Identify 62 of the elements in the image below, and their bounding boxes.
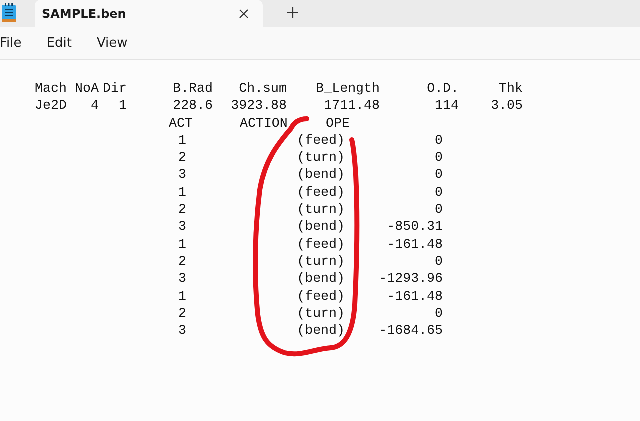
text-token: (bend) [296,322,345,340]
text-token: 0 [434,304,443,322]
text-token: ACTION [240,114,289,132]
close-icon[interactable] [239,8,249,18]
text-token: (turn) [296,149,345,166]
text-token: (bend) [296,166,345,184]
text-token: NoA [75,80,99,98]
text-token: (feed) [296,288,345,305]
text-token: -161.48 [386,236,443,253]
text-token: (feed) [296,184,345,202]
text-token: 2 [178,304,188,322]
notepad-icon [1,3,17,23]
text-token: Ch.sum [238,80,287,98]
text-token: 1711.48 [323,97,380,115]
text-token: 2 [178,149,188,166]
text-token: 0 [434,252,443,270]
text-token: 1 [178,184,188,202]
text-token: (feed) [296,132,345,150]
text-token: 3 [178,218,188,236]
text-token: 114 [434,97,459,115]
text-token: 0 [434,184,443,202]
text-token: 2 [178,201,188,218]
text-token: -161.48 [386,288,443,305]
text-token: -1293.96 [378,270,443,288]
text-token: 0 [434,149,443,166]
text-token: (turn) [296,304,345,322]
text-token: 1 [178,236,188,253]
text-token: -850.31 [386,218,443,236]
text-token: B.Rad [172,80,213,98]
text-token: Dir [102,80,127,98]
text-token: 3923.88 [230,97,287,115]
text-token: 3 [178,270,188,288]
text-token: Je2D [35,97,68,115]
text-token: 2 [178,252,188,270]
text-token: 1 [178,288,188,305]
text-token: 0 [434,201,443,218]
text-token: 1 [118,97,127,115]
text-token: (feed) [296,236,345,253]
text-token: 4 [90,97,99,115]
text-token: 0 [434,166,443,184]
text-token: (turn) [296,201,345,218]
text-token: ACT [169,114,194,132]
text-token: (turn) [296,252,345,270]
text-token: 3.05 [490,97,523,115]
menu-item[interactable]: Edit [46,36,72,50]
text-token: 228.6 [172,97,213,115]
new-tab-icon[interactable] [287,7,299,19]
text-token: -1684.65 [378,322,443,340]
text-token: (bend) [296,270,345,288]
menu-item[interactable]: View [96,36,128,50]
text-token: 3 [178,322,188,340]
text-token: OPE [326,114,351,132]
document-tab[interactable]: SAMPLE.ben [35,0,263,27]
text-token: 3 [178,166,188,184]
menu-item[interactable]: File [0,36,22,50]
text-token: O.D. [426,80,459,98]
text-token: B_Length [315,80,380,98]
text-token: Thk [498,80,523,98]
text-token: (bend) [296,218,345,236]
text-token: 0 [434,132,443,150]
text-token: 1 [178,132,188,150]
text-token: Mach [35,80,68,98]
